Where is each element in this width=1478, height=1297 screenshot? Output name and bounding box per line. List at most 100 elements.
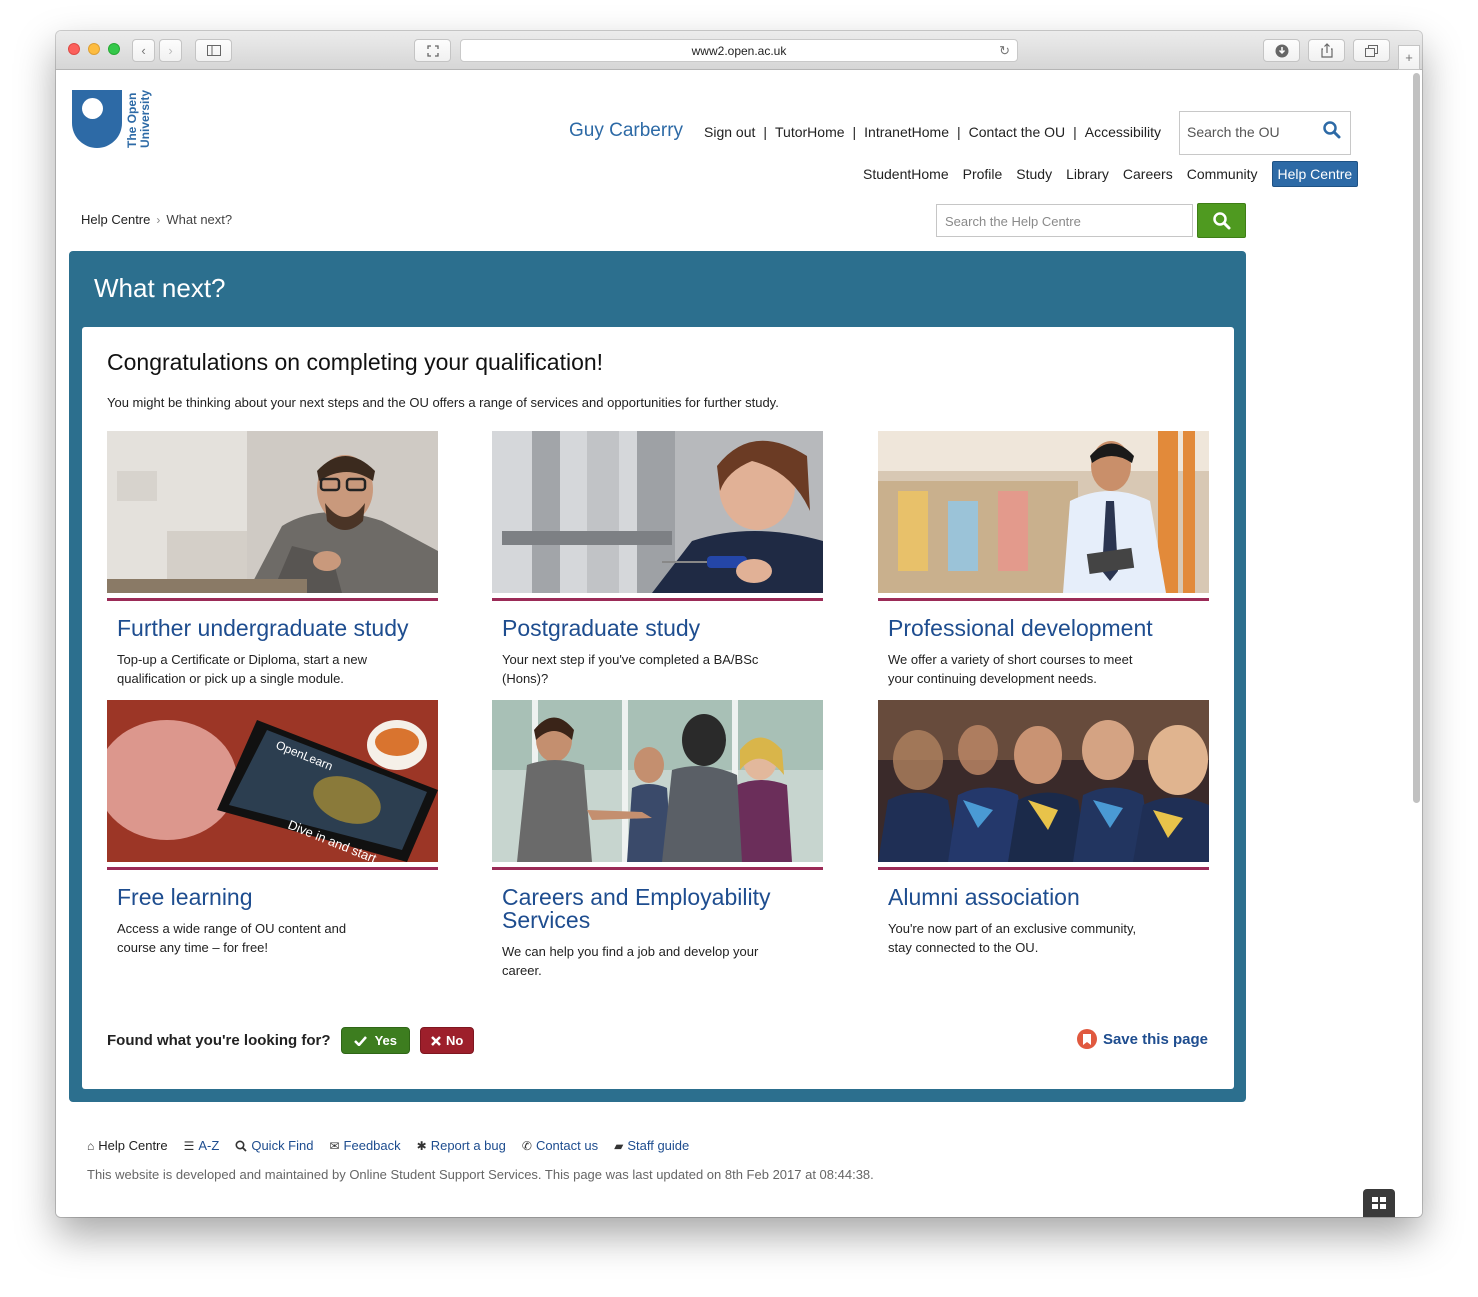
contact-ou-link[interactable]: Contact the OU: [969, 124, 1066, 140]
breadcrumb-home[interactable]: Help Centre: [81, 212, 150, 227]
tile-description: We offer a variety of short courses to m…: [888, 652, 1133, 686]
breadcrumb-current: What next?: [166, 212, 233, 227]
list-icon: ☰: [183, 1138, 195, 1153]
phone-icon: ✆: [521, 1138, 532, 1153]
save-page-button[interactable]: Save this page: [1076, 1029, 1208, 1049]
chevron-right-icon: ›: [168, 43, 173, 58]
student-writing-image: [107, 431, 438, 593]
tile-title[interactable]: Further undergraduate study: [117, 617, 428, 640]
tile-description: Your next step if you've completed a BA/…: [502, 652, 759, 686]
logo-text: The Open University: [125, 89, 152, 148]
reader-button[interactable]: [414, 39, 451, 62]
search-icon: [1212, 211, 1230, 229]
logo-dot: [82, 98, 103, 119]
tile-divider: [878, 867, 1209, 870]
address-bar[interactable]: www2.open.ac.uk ↻: [460, 39, 1018, 62]
close-window-button[interactable]: [68, 43, 80, 55]
download-icon: [1275, 44, 1288, 57]
nav-community[interactable]: Community: [1187, 166, 1258, 182]
tile-title[interactable]: Free learning: [117, 886, 428, 909]
tile-description: Access a wide range of OU content and co…: [117, 921, 347, 955]
footer-quick-find-link[interactable]: Quick Find: [235, 1138, 313, 1153]
tile-careers[interactable]: Careers and Employability Services We ca…: [492, 700, 823, 980]
tile-postgraduate[interactable]: Postgraduate study Your next step if you…: [492, 431, 823, 688]
content-panel: What next? Congratulations on completing…: [69, 251, 1246, 1102]
help-search-input[interactable]: [945, 214, 1175, 229]
envelope-icon: ✉: [329, 1138, 340, 1153]
new-tab-button[interactable]: +: [1398, 45, 1420, 70]
tile-divider: [107, 867, 438, 870]
main-nav: StudentHome Profile Study Library Career…: [863, 161, 1359, 187]
tile-divider: [492, 867, 823, 870]
scientist-image: [492, 431, 823, 593]
book-icon: ▰: [614, 1138, 624, 1153]
tile-title[interactable]: Careers and Employability Services: [502, 886, 813, 932]
nav-profile[interactable]: Profile: [963, 166, 1003, 182]
feedback-yes-button[interactable]: Yes: [340, 1027, 410, 1054]
maximize-window-button[interactable]: [108, 43, 120, 55]
browser-window: ‹ › www2.open.ac.uk ↻ + The Open Universi…: [56, 31, 1422, 1217]
intro-text: You might be thinking about your next st…: [107, 395, 779, 410]
reload-icon[interactable]: ↻: [999, 43, 1010, 59]
minimize-window-button[interactable]: [88, 43, 100, 55]
tile-title[interactable]: Postgraduate study: [502, 617, 813, 640]
breadcrumb: Help Centre › What next?: [81, 212, 232, 227]
top-links: Sign out | TutorHome | IntranetHome | Conta…: [704, 124, 1162, 140]
footer-feedback-link[interactable]: ✉ Feedback: [329, 1138, 400, 1153]
page: The Open University Guy Carberry Sign out…: [56, 70, 1422, 1217]
card-area: Congratulations on completing your quali…: [82, 327, 1234, 1089]
footer-links: ⌂ Help Centre ☰ A-Z Quick Find ✉ Feedback ✱…: [87, 1138, 705, 1153]
tile-description: You're now part of an exclusive communit…: [888, 921, 1137, 955]
tile-free-learning[interactable]: OpenLearn Dive in and start Free learnin…: [107, 700, 438, 957]
downloads-button[interactable]: [1263, 39, 1300, 62]
forward-button[interactable]: ›: [159, 39, 182, 62]
tablet-openlearn-image: OpenLearn Dive in and start: [107, 700, 438, 862]
check-icon: [353, 1036, 367, 1046]
nav-library[interactable]: Library: [1066, 166, 1109, 182]
site-search-input[interactable]: [1187, 124, 1317, 140]
chevron-right-icon: ›: [156, 212, 161, 227]
tutorhome-link[interactable]: TutorHome: [775, 124, 845, 140]
plus-icon: +: [1405, 50, 1413, 65]
footer-az-link[interactable]: ☰ A-Z: [184, 1138, 220, 1153]
browser-toolbar: ‹ › www2.open.ac.uk ↻ +: [56, 31, 1422, 70]
user-name[interactable]: Guy Carberry: [569, 120, 683, 142]
ou-logo[interactable]: The Open University: [72, 90, 162, 150]
scrollbar[interactable]: [1413, 73, 1420, 803]
search-icon[interactable]: [1322, 120, 1342, 140]
nav-studenthome[interactable]: StudentHome: [863, 166, 949, 182]
nav-study[interactable]: Study: [1016, 166, 1052, 182]
grid-menu-button[interactable]: [1363, 1189, 1395, 1217]
footer-help-centre-link[interactable]: ⌂ Help Centre: [87, 1138, 168, 1153]
bookmark-icon: [1076, 1029, 1097, 1049]
tile-alumni[interactable]: Alumni association You're now part of an…: [878, 700, 1209, 957]
help-search-button[interactable]: [1197, 203, 1246, 238]
tile-further-undergraduate[interactable]: Further undergraduate study Top-up a Cer…: [107, 431, 438, 688]
nav-help-centre[interactable]: Help Centre: [1271, 161, 1359, 187]
tile-description: We can help you find a job and develop y…: [502, 944, 759, 978]
expand-icon: [426, 44, 439, 57]
footer-contact-link[interactable]: ✆ Contact us: [522, 1138, 598, 1153]
save-label: Save this page: [1102, 1030, 1208, 1048]
accessibility-link[interactable]: Accessibility: [1085, 124, 1161, 140]
intranethome-link[interactable]: IntranetHome: [864, 124, 949, 140]
grid-icon: [1372, 1197, 1386, 1209]
businessman-image: [878, 431, 1209, 593]
footer-staff-guide-link[interactable]: ▰ Staff guide: [614, 1138, 689, 1153]
tile-title[interactable]: Alumni association: [888, 886, 1199, 909]
footer-report-bug-link[interactable]: ✱ Report a bug: [417, 1138, 506, 1153]
nav-careers[interactable]: Careers: [1123, 166, 1173, 182]
share-icon: [1320, 43, 1333, 58]
tile-divider: [107, 598, 438, 601]
tile-divider: [878, 598, 1209, 601]
tile-title[interactable]: Professional development: [888, 617, 1199, 640]
feedback-no-button[interactable]: No: [419, 1027, 475, 1054]
page-title: What next?: [94, 273, 226, 303]
sidebar-toggle-button[interactable]: [195, 39, 232, 62]
feedback-row: Found what you're looking for? Yes No: [107, 1027, 475, 1054]
tabs-button[interactable]: [1353, 39, 1390, 62]
sign-out-link[interactable]: Sign out: [704, 124, 755, 140]
tile-professional-development[interactable]: Professional development We offer a vari…: [878, 431, 1209, 688]
share-button[interactable]: [1308, 39, 1345, 62]
back-button[interactable]: ‹: [132, 39, 155, 62]
